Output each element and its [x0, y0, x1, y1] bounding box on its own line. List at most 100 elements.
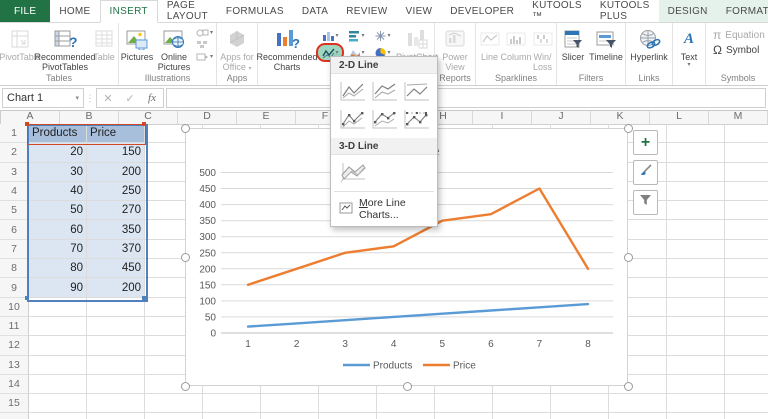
cell[interactable] — [725, 336, 768, 356]
cell[interactable] — [725, 240, 768, 260]
cell[interactable] — [667, 124, 725, 144]
cell[interactable] — [551, 413, 609, 419]
cell[interactable] — [319, 394, 377, 414]
hundred-pct-stacked-line-option[interactable] — [401, 79, 431, 104]
cell[interactable]: 150 — [87, 143, 145, 163]
row-header[interactable]: 4 — [0, 181, 29, 202]
cell[interactable] — [87, 374, 145, 395]
cell[interactable] — [261, 413, 319, 419]
apps-for-office-button[interactable]: Apps for Office ▾ — [218, 24, 256, 72]
cell[interactable] — [609, 394, 667, 414]
cell[interactable] — [725, 278, 768, 298]
equation-button[interactable]: π Equation ▾ — [713, 29, 768, 41]
cell[interactable] — [667, 143, 725, 163]
cell[interactable] — [87, 413, 145, 419]
cell[interactable] — [29, 394, 87, 414]
hyperlink-button[interactable]: Hyperlink — [627, 24, 671, 62]
tab-view[interactable]: VIEW — [397, 0, 442, 22]
slicer-button[interactable]: Slicer — [558, 24, 588, 62]
pivottable-button[interactable]: PivotTable — [0, 24, 41, 62]
enter-button[interactable]: ✓ — [119, 92, 141, 105]
cell[interactable] — [667, 162, 725, 182]
screenshot-button[interactable]: ▾ — [196, 52, 213, 61]
row-header[interactable]: 11 — [0, 316, 29, 337]
insert-stock-chart-button[interactable]: ▾ — [370, 28, 394, 43]
online-pictures-button[interactable]: Online Pictures — [154, 24, 194, 72]
cell[interactable] — [667, 355, 725, 375]
cell[interactable] — [725, 375, 768, 395]
cell[interactable]: 200 — [87, 162, 145, 182]
cancel-button[interactable]: ✕ — [97, 92, 119, 105]
cell[interactable]: 90 — [29, 278, 87, 298]
cell[interactable] — [87, 355, 145, 375]
cell[interactable] — [261, 394, 319, 414]
cell[interactable] — [725, 143, 768, 163]
cell[interactable] — [87, 336, 145, 356]
chart-elements-button[interactable]: + — [633, 130, 658, 155]
cell[interactable] — [725, 124, 768, 144]
table-button[interactable]: Table — [91, 24, 117, 62]
cell[interactable] — [435, 413, 493, 419]
more-line-charts-item[interactable]: More Line Charts... — [331, 193, 437, 226]
cell[interactable] — [203, 394, 261, 414]
row-header[interactable]: 12 — [0, 336, 29, 356]
cell[interactable] — [725, 317, 768, 337]
row-header[interactable]: 1 — [0, 124, 29, 144]
row-header[interactable]: 2 — [0, 143, 29, 163]
sparkline-column-button[interactable]: Column — [501, 24, 532, 62]
timeline-button[interactable]: Timeline — [588, 24, 624, 62]
row-header[interactable]: 7 — [0, 239, 29, 260]
cell[interactable] — [493, 413, 551, 419]
row-header[interactable]: 8 — [0, 259, 29, 279]
recommended-pivottables-button[interactable]: ? Recommended PivotTables — [34, 24, 96, 72]
cell[interactable] — [667, 278, 725, 298]
row-header[interactable]: 15 — [0, 394, 29, 414]
row-header[interactable]: 14 — [0, 374, 29, 395]
tab-review[interactable]: REVIEW — [337, 0, 396, 22]
chart-resize-handle[interactable] — [181, 253, 190, 262]
cell[interactable] — [725, 356, 768, 375]
cell[interactable] — [667, 181, 725, 202]
row-header[interactable]: 5 — [0, 201, 29, 221]
cell[interactable] — [145, 394, 203, 414]
chart-resize-handle[interactable] — [403, 382, 412, 391]
cell[interactable]: 60 — [29, 220, 87, 240]
cell[interactable] — [29, 374, 87, 395]
chart-resize-handle[interactable] — [181, 382, 190, 391]
three-d-line-option[interactable] — [337, 159, 367, 184]
chart-resize-handle[interactable] — [181, 124, 190, 133]
cell[interactable] — [725, 394, 768, 414]
cell[interactable] — [319, 413, 377, 419]
cell[interactable] — [667, 201, 725, 221]
cell[interactable]: 30 — [29, 162, 87, 182]
recommended-charts-button[interactable]: ? Recommended Charts — [257, 24, 318, 72]
stacked-line-option[interactable] — [369, 79, 399, 104]
insert-column-chart-button[interactable]: ▾ — [318, 28, 342, 43]
formula-bar-splitter[interactable]: ⋮ — [84, 86, 96, 110]
tab-design[interactable]: DESIGN — [658, 0, 717, 22]
cell[interactable] — [667, 336, 725, 356]
cell[interactable]: 20 — [29, 143, 87, 163]
cell[interactable] — [551, 394, 609, 414]
chart-resize-handle[interactable] — [624, 382, 633, 391]
cell[interactable]: 80 — [29, 259, 87, 279]
cell[interactable] — [667, 259, 725, 279]
tab-data[interactable]: DATA — [293, 0, 337, 22]
tab-file[interactable]: FILE — [0, 0, 51, 22]
cell[interactable] — [29, 413, 87, 419]
text-button[interactable]: A Text ▾ — [674, 24, 704, 68]
tab-insert[interactable]: INSERT — [99, 0, 158, 23]
cell[interactable] — [145, 413, 203, 419]
cell[interactable] — [87, 316, 145, 337]
cell[interactable] — [493, 394, 551, 414]
cell[interactable]: 370 — [87, 239, 145, 260]
cell[interactable] — [29, 316, 87, 337]
name-box[interactable]: Chart 1 ▾ — [2, 88, 84, 108]
cell[interactable] — [29, 297, 87, 317]
row-header[interactable]: 6 — [0, 220, 29, 240]
row-header[interactable]: 9 — [0, 278, 29, 298]
chart-styles-button[interactable] — [633, 160, 658, 185]
cell[interactable] — [725, 201, 768, 221]
cell[interactable]: Products — [29, 124, 87, 144]
cell[interactable] — [87, 394, 145, 414]
